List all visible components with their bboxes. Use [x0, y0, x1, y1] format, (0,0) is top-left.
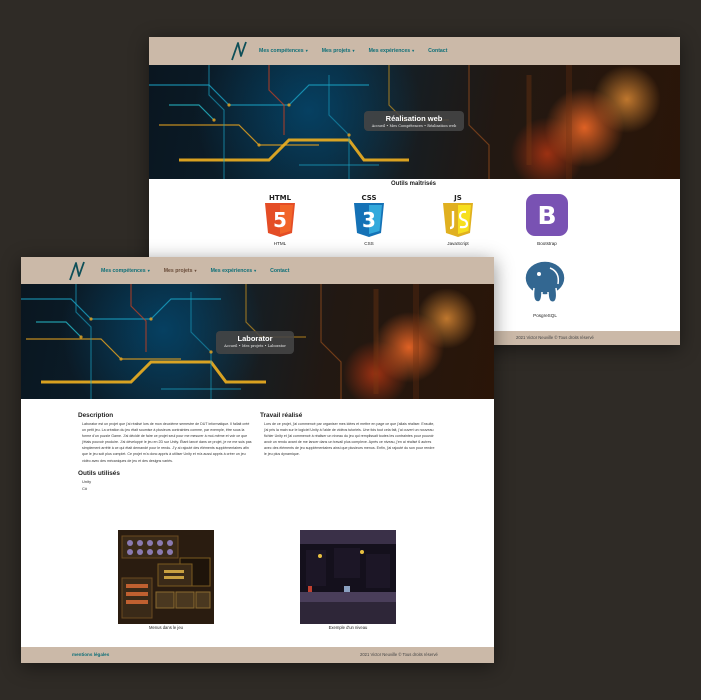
svg-text:3: 3	[362, 208, 376, 232]
tools-used-item: Unity	[82, 478, 92, 484]
navbar: Mes compétences ▾ Mes projets ▾ Mes expéri…	[149, 37, 680, 65]
back-page-body-strip	[494, 258, 524, 324]
chevron-down-icon: ▾	[254, 267, 257, 273]
chevron-down-icon: ▾	[352, 48, 355, 53]
work-title: Travail réalisé	[260, 412, 303, 419]
nav-item-contact[interactable]: Contact	[428, 48, 447, 54]
breadcrumb: Accueil • Mes projets • Laborator	[224, 344, 286, 348]
chevron-down-icon: ▾	[194, 267, 197, 273]
tools-title: Outils maîtrisés	[391, 181, 437, 187]
html5-icon: HTML 5	[258, 193, 302, 237]
description-section: Description Laborator est un projet que …	[78, 412, 253, 492]
work-text: Lors de ce projet, j'ai commencé par org…	[264, 422, 435, 457]
nav-item-projets[interactable]: Mes projets ▾	[164, 268, 197, 274]
description-title: Description	[78, 412, 114, 419]
nav-item-contact[interactable]: Contact	[270, 268, 289, 274]
hero-title-badge: Laborator Accueil • Mes projets • Labora…	[216, 331, 294, 354]
css3-icon: CSS 3	[347, 193, 391, 237]
tools-used-title: Outils utilisés	[78, 469, 120, 477]
tool-label: HTML	[273, 241, 287, 246]
legal-notice-link[interactable]: mentions légales	[72, 652, 109, 657]
svg-text:B: B	[537, 201, 556, 230]
hero-banner: Réalisation web Accueil • Mes Compétence…	[149, 65, 680, 179]
nav-item-experiences[interactable]: Mes expériences ▾	[211, 268, 257, 274]
tool-card-javascript: JS JavaScript	[428, 193, 488, 246]
hero-banner: Laborator Accueil • Mes projets • Labora…	[21, 284, 494, 399]
nav-item-competences[interactable]: Mes compétences ▾	[101, 268, 150, 274]
tool-card-postgresql: PosgreSQL	[515, 258, 575, 318]
chevron-down-icon: ▾	[147, 267, 150, 273]
svg-text:5: 5	[273, 208, 287, 232]
nav-item-competences[interactable]: Mes compétences ▾	[259, 48, 308, 54]
chevron-down-icon: ▾	[412, 48, 415, 53]
tool-label: CSS	[364, 241, 374, 246]
tool-label: JavaScript	[447, 241, 469, 246]
tool-label: PosgreSQL	[533, 313, 557, 318]
logo-icon[interactable]	[67, 260, 87, 282]
nav-item-experiences[interactable]: Mes expériences ▾	[369, 48, 415, 54]
postgresql-icon	[524, 260, 566, 304]
tool-card-css: CSS 3 CSS	[339, 193, 399, 246]
svg-text:HTML: HTML	[269, 194, 292, 202]
tool-card-bootstrap: B Bootstrap	[517, 193, 577, 246]
svg-text:CSS: CSS	[361, 194, 376, 202]
js-icon: JS	[436, 193, 480, 237]
hero-title: Laborator	[237, 334, 273, 343]
nav-item-projets[interactable]: Mes projets ▾	[322, 48, 355, 54]
bootstrap-icon: B	[525, 193, 569, 237]
footer: mentions légales 2021 Victor Neuville © …	[21, 647, 494, 663]
breadcrumb: Accueil • Mes Compétences • Réalisation …	[371, 124, 457, 128]
webpage-screenshot-laborator: Mes compétences ▾ Mes projets ▾ Mes expéri…	[21, 257, 494, 663]
image-caption: Exemple d'un niveau	[328, 625, 368, 630]
description-text: Laborator est un projet que j'ai réalisé…	[82, 422, 252, 463]
back-page-body-strip	[494, 324, 524, 331]
project-content: Description Laborator est un projet que …	[21, 399, 494, 647]
tool-label: Bootstrap	[537, 241, 557, 246]
image-caption: Menus dans le jeu	[149, 625, 183, 630]
hero-title-badge: Réalisation web Accueil • Mes Compétence…	[364, 111, 464, 131]
tools-used-item: C#	[82, 485, 88, 491]
game-menu-screenshot	[118, 530, 214, 624]
game-level-screenshot	[300, 530, 396, 624]
copyright: 2021 Victor Neuville © Tous droits réser…	[360, 652, 438, 657]
tool-card-html: HTML 5 HTML	[250, 193, 310, 246]
copyright: 2021 Victor Neuville © Tous droits réser…	[516, 335, 594, 340]
navbar: Mes compétences ▾ Mes projets ▾ Mes expéri…	[21, 257, 494, 284]
logo-icon[interactable]	[229, 40, 249, 62]
svg-text:JS: JS	[453, 194, 462, 202]
hero-title: Réalisation web	[385, 114, 443, 123]
work-section: Travail réalisé Lors de ce projet, j'ai …	[260, 412, 438, 458]
chevron-down-icon: ▾	[305, 48, 308, 53]
